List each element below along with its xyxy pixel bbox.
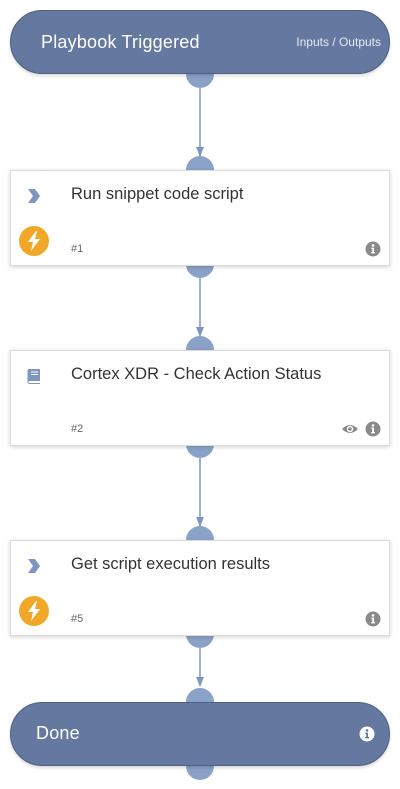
book-icon — [27, 369, 40, 384]
done-node[interactable]: Done — [10, 702, 390, 766]
task-title: Run snippet code script — [71, 185, 244, 203]
info-icon[interactable] — [365, 611, 381, 627]
task-title: Cortex XDR - Check Action Status — [71, 365, 322, 383]
lightning-bolt-icon — [28, 601, 40, 621]
start-node-title: Playbook Triggered — [41, 32, 200, 52]
connector-out-task-1[interactable] — [186, 264, 214, 278]
connector-in-done[interactable] — [186, 688, 214, 702]
inputs-outputs-link[interactable]: Inputs / Outputs — [296, 35, 381, 49]
info-icon[interactable] — [359, 726, 375, 742]
task-number: #2 — [71, 423, 84, 435]
connector-in-task-2[interactable] — [186, 336, 214, 350]
task-number: #1 — [71, 243, 84, 255]
connector-out-task-5[interactable] — [186, 634, 214, 648]
manual-task-badge — [19, 596, 49, 626]
lightning-bolt-icon — [28, 231, 40, 251]
chevron-icon — [28, 189, 40, 203]
connector-in-task-1[interactable] — [186, 156, 214, 170]
task-card-check-action-status[interactable]: Cortex XDR - Check Action Status #2 — [10, 350, 390, 446]
connector-out-done[interactable] — [186, 766, 214, 780]
connector-out-task-2[interactable] — [186, 444, 214, 458]
task-card-run-snippet[interactable]: Run snippet code script #1 — [10, 170, 390, 266]
task-number: #5 — [71, 613, 84, 625]
connector-out-start[interactable] — [186, 74, 214, 88]
connector-in-task-5[interactable] — [186, 526, 214, 540]
task-title: Get script execution results — [71, 555, 270, 573]
eye-icon[interactable] — [341, 422, 359, 436]
info-icon[interactable] — [365, 241, 381, 257]
playbook-triggered-node[interactable]: Playbook Triggered Inputs / Outputs — [10, 10, 390, 74]
end-node-title: Done — [36, 723, 80, 743]
task-card-get-script-results[interactable]: Get script execution results #5 — [10, 540, 390, 636]
manual-task-badge — [19, 226, 49, 256]
chevron-icon — [28, 559, 40, 573]
info-icon[interactable] — [365, 421, 381, 437]
